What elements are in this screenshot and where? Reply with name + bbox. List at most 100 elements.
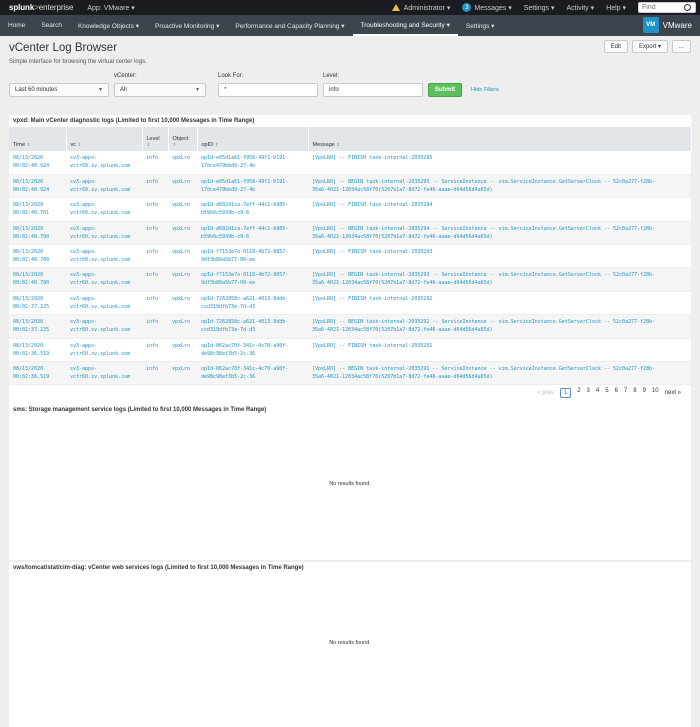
time-range-picker[interactable]: Last 60 minutes ▼ bbox=[9, 83, 109, 97]
cell-vc[interactable]: sv3-apps- vctr60.sv.splunk.com bbox=[66, 361, 142, 386]
cell-level[interactable]: info bbox=[142, 291, 168, 316]
cell-time[interactable]: 08/13/2020 00:02:40.700 bbox=[9, 267, 66, 292]
cell-level[interactable]: info bbox=[142, 174, 168, 199]
cell-vc[interactable]: sv3-apps- vctr60.sv.splunk.com bbox=[66, 314, 142, 339]
cell-level[interactable]: info bbox=[142, 267, 168, 292]
cell-object[interactable]: vpxLro bbox=[168, 361, 197, 386]
level-input[interactable]: info bbox=[323, 83, 423, 97]
pager-page[interactable]: 1 bbox=[559, 388, 572, 398]
cell-time[interactable]: 08/13/2020 00:02:36.519 bbox=[9, 338, 66, 363]
pager-prev[interactable]: « prev bbox=[537, 390, 554, 396]
cell-time[interactable]: 08/13/2020 00:02:40.924 bbox=[9, 151, 66, 175]
column-header-vc[interactable]: vc ⇕ bbox=[66, 127, 143, 151]
cell-message[interactable]: [VpxLRO] -- BEGIN task-internal-2035294 … bbox=[308, 221, 691, 246]
column-header-time[interactable]: Time ⇕ bbox=[9, 127, 67, 151]
cell-time[interactable]: 08/13/2020 00:02:36.519 bbox=[9, 361, 66, 386]
hide-filters-link[interactable]: Hide Filters bbox=[471, 87, 499, 93]
cell-vc[interactable]: sv3-apps- vctr60.sv.splunk.com bbox=[66, 338, 142, 363]
cell-object[interactable]: vpxLro bbox=[168, 267, 197, 292]
cell-opid[interactable]: opId-e05d1a61-f958-49f1-b191- 17dce479bb… bbox=[197, 151, 308, 175]
cell-opid[interactable]: opId-7262858c-a621-4013-8ddb- ccd319dfb7… bbox=[197, 314, 308, 339]
help-menu[interactable]: Help ▾ bbox=[606, 4, 626, 12]
cell-level[interactable]: info bbox=[142, 361, 168, 386]
column-header-level[interactable]: Level ⇕ bbox=[142, 127, 169, 151]
cell-vc[interactable]: sv3-apps- vctr60.sv.splunk.com bbox=[66, 151, 142, 175]
cell-message[interactable]: [VpxLRO] -- FINISH task-internal-2035295 bbox=[308, 151, 691, 175]
cell-opid[interactable]: opId-f7153e7e-0118-4b72-8857- 9df3b80a5b… bbox=[197, 244, 308, 269]
cell-message[interactable]: [VpxLRO] -- BEGIN task-internal-2035295 … bbox=[308, 174, 691, 199]
activity-menu[interactable]: Activity ▾ bbox=[567, 4, 595, 12]
cell-message[interactable]: [VpxLRO] -- FINISH task-internal-2035291 bbox=[308, 338, 691, 363]
cell-level[interactable]: info bbox=[142, 338, 168, 363]
cell-vc[interactable]: sv3-apps- vctr60.sv.splunk.com bbox=[66, 197, 142, 222]
cell-level[interactable]: info bbox=[142, 151, 168, 175]
pager-page[interactable]: 9 bbox=[643, 388, 646, 398]
nav-settings[interactable]: Settings ▾ bbox=[458, 15, 503, 36]
nav-search[interactable]: Search bbox=[33, 15, 70, 36]
cell-time[interactable]: 08/13/2020 00:02:37.225 bbox=[9, 314, 66, 339]
nav-troubleshooting-security[interactable]: Troubleshooting and Security ▾ bbox=[352, 15, 458, 36]
column-header-object[interactable]: Object ⇕ bbox=[168, 127, 198, 151]
pager-page[interactable]: 5 bbox=[605, 388, 608, 398]
cell-message[interactable]: [VpxLRO] -- FINISH task-internal-2035293 bbox=[308, 244, 691, 269]
column-header-opid[interactable]: opID ⇕ bbox=[197, 127, 309, 151]
pager-next[interactable]: next » bbox=[665, 390, 681, 396]
cell-object[interactable]: vpxLro bbox=[168, 197, 197, 222]
cell-opid[interactable]: opId-d682d1ca-7eff-44c1-b985- b59b0c5939… bbox=[197, 221, 308, 246]
cell-time[interactable]: 08/13/2020 00:02:40.924 bbox=[9, 174, 66, 199]
cell-time[interactable]: 08/13/2020 00:02:40.700 bbox=[9, 244, 66, 269]
pager-page[interactable]: 10 bbox=[652, 388, 659, 398]
nav-knowledge-objects[interactable]: Knowledge Objects ▾ bbox=[70, 15, 147, 36]
cell-object[interactable]: vpxLro bbox=[168, 151, 197, 175]
app-menu[interactable]: App: VMware ▾ bbox=[87, 4, 134, 12]
cell-opid[interactable]: opId-062ac70f-341c-4c70-a90f- de98c98ef3… bbox=[197, 338, 308, 363]
search-icon[interactable] bbox=[684, 4, 691, 11]
lookfor-input[interactable]: * bbox=[218, 83, 318, 97]
cell-opid[interactable]: opId-d682d1ca-7eff-44c1-b985- b59b0c5939… bbox=[197, 197, 308, 222]
cell-message[interactable]: [VpxLRO] -- BEGIN task-internal-2035292 … bbox=[308, 314, 691, 339]
pager-page[interactable]: 4 bbox=[596, 388, 599, 398]
cell-object[interactable]: vpxLro bbox=[168, 244, 197, 269]
cell-level[interactable]: info bbox=[142, 244, 168, 269]
edit-button[interactable]: Edit bbox=[603, 40, 628, 53]
cell-vc[interactable]: sv3-apps- vctr60.sv.splunk.com bbox=[66, 174, 142, 199]
cell-message[interactable]: [VpxLRO] -- BEGIN task-internal-2035293 … bbox=[308, 267, 691, 292]
cell-time[interactable]: 08/13/2020 00:02:40.700 bbox=[9, 221, 66, 246]
cell-level[interactable]: info bbox=[142, 314, 168, 339]
vcenter-select[interactable]: All ▼ bbox=[114, 83, 206, 97]
cell-message[interactable]: [VpxLRO] -- BEGIN task-internal-2035291 … bbox=[308, 361, 691, 386]
cell-object[interactable]: vpxLro bbox=[168, 338, 197, 363]
cell-level[interactable]: info bbox=[142, 197, 168, 222]
cell-time[interactable]: 08/13/2020 00:02:37.225 bbox=[9, 291, 66, 316]
pager-page[interactable]: 2 bbox=[577, 388, 580, 398]
cell-object[interactable]: vpxLro bbox=[168, 221, 197, 246]
more-button[interactable]: ... bbox=[671, 40, 691, 53]
cell-vc[interactable]: sv3-apps- vctr60.sv.splunk.com bbox=[66, 221, 142, 246]
export-button[interactable]: Export ▾ bbox=[631, 40, 668, 53]
nav-home[interactable]: Home bbox=[0, 15, 33, 36]
cell-vc[interactable]: sv3-apps- vctr60.sv.splunk.com bbox=[66, 291, 142, 316]
cell-object[interactable]: vpxLro bbox=[168, 291, 197, 316]
nav-proactive-monitoring[interactable]: Proactive Monitoring ▾ bbox=[147, 15, 227, 36]
cell-object[interactable]: vpxLro bbox=[168, 174, 197, 199]
pager-page[interactable]: 3 bbox=[587, 388, 590, 398]
cell-message[interactable]: [VpxLRO] -- FINISH task-internal-2035294 bbox=[308, 197, 691, 222]
splunk-logo[interactable]: splunk>enterprise bbox=[9, 3, 73, 12]
cell-vc[interactable]: sv3-apps- vctr60.sv.splunk.com bbox=[66, 267, 142, 292]
cell-opid[interactable]: opId-e05d1a61-f958-49f1-b191- 17dce479bb… bbox=[197, 174, 308, 199]
settings-menu[interactable]: Settings ▾ bbox=[524, 4, 555, 12]
cell-object[interactable]: vpxLro bbox=[168, 314, 197, 339]
cell-vc[interactable]: sv3-apps- vctr60.sv.splunk.com bbox=[66, 244, 142, 269]
admin-menu[interactable]: Administrator ▾ bbox=[391, 4, 450, 12]
pager-page[interactable]: 8 bbox=[633, 388, 636, 398]
cell-opid[interactable]: opId-f7153e7e-0118-4b72-8857- 9df3b80a5b… bbox=[197, 267, 308, 292]
column-header-message[interactable]: Message ⇕ bbox=[308, 127, 692, 151]
submit-button[interactable]: Submit bbox=[428, 83, 462, 97]
messages-menu[interactable]: 3 Messages ▾ bbox=[462, 3, 512, 12]
pager-page[interactable]: 6 bbox=[615, 388, 618, 398]
cell-opid[interactable]: opId-7262858c-a621-4013-8ddb- ccd319dfb7… bbox=[197, 291, 308, 316]
cell-time[interactable]: 08/13/2020 00:02:40.701 bbox=[9, 197, 66, 222]
pager-page[interactable]: 7 bbox=[624, 388, 627, 398]
cell-message[interactable]: [VpxLRO] -- FINISH task-internal-2035292 bbox=[308, 291, 691, 316]
cell-opid[interactable]: opId-062ac70f-341c-4c70-a90f- de98c98ef3… bbox=[197, 361, 308, 386]
